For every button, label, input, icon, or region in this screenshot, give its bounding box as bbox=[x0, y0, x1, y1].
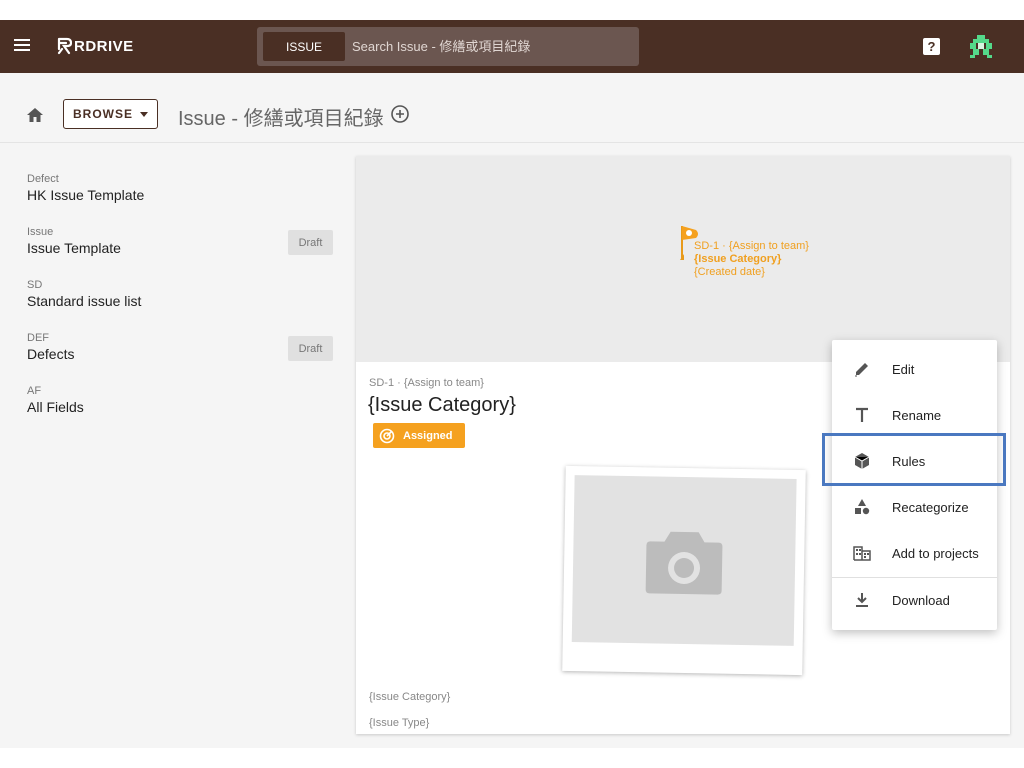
template-code: SD bbox=[27, 279, 43, 291]
add-circle-icon[interactable] bbox=[390, 104, 410, 124]
app-logo[interactable]: RDRIVE bbox=[56, 35, 134, 57]
text-icon bbox=[856, 407, 868, 422]
card-title: {Issue Category} bbox=[368, 394, 516, 416]
page-title: Issue - 修繕或項目紀錄 bbox=[178, 108, 384, 130]
status-badge: Assigned bbox=[373, 423, 465, 448]
menu-item-label: Recategorize bbox=[892, 499, 969, 515]
template-item-af[interactable]: AF All Fields bbox=[27, 385, 337, 415]
template-name: Standard issue list bbox=[27, 293, 142, 309]
template-code: Defect bbox=[27, 173, 59, 185]
browse-label: BROWSE bbox=[73, 107, 133, 121]
download-icon bbox=[856, 593, 868, 607]
browse-button[interactable]: BROWSE bbox=[63, 99, 158, 129]
menu-item-label: Download bbox=[892, 592, 950, 608]
menu-item-add-to-projects[interactable]: Add to projects bbox=[832, 530, 997, 576]
search-input[interactable] bbox=[352, 32, 639, 61]
home-icon[interactable] bbox=[26, 107, 44, 123]
template-name: HK Issue Template bbox=[27, 187, 145, 203]
building-icon bbox=[853, 546, 871, 561]
menu-item-edit[interactable]: Edit bbox=[832, 346, 997, 392]
toolbar: BROWSE Issue - 修繕或項目紀錄 bbox=[0, 73, 1024, 143]
template-code: AF bbox=[27, 385, 42, 397]
status-label: Assigned bbox=[403, 429, 453, 442]
pin-line-2: {Issue Category} bbox=[694, 253, 782, 265]
camera-icon bbox=[645, 531, 723, 595]
template-item-sd[interactable]: SD Standard issue list bbox=[27, 279, 337, 309]
hamburger-menu-icon[interactable] bbox=[14, 39, 30, 53]
card-footer-category: {Issue Category} bbox=[369, 691, 451, 703]
logo-text: RDRIVE bbox=[74, 37, 134, 55]
menu-item-recategorize[interactable]: Recategorize bbox=[832, 484, 997, 530]
caret-down-icon bbox=[140, 111, 148, 117]
template-name: All Fields bbox=[27, 399, 84, 415]
draft-badge: Draft bbox=[288, 230, 333, 255]
search-scope-tab[interactable]: ISSUE bbox=[263, 32, 345, 61]
menu-item-label: Add to projects bbox=[892, 545, 979, 561]
pin-line-1: SD-1 · {Assign to team} bbox=[694, 240, 809, 252]
assigned-status-icon bbox=[379, 428, 395, 443]
card-footer-type: {Issue Type} bbox=[369, 717, 430, 729]
top-gap bbox=[0, 0, 1024, 20]
avatar[interactable] bbox=[966, 31, 996, 61]
logo-mark-icon bbox=[57, 37, 72, 55]
app-bar: RDRIVE ISSUE ? bbox=[0, 20, 1024, 73]
shapes-icon bbox=[855, 499, 870, 515]
pencil-icon bbox=[855, 363, 868, 377]
draft-badge: Draft bbox=[288, 336, 333, 361]
card-subtitle: SD-1 · {Assign to team} bbox=[369, 377, 484, 389]
template-item-defect[interactable]: Defect HK Issue Template bbox=[27, 173, 337, 203]
photo-area bbox=[571, 475, 797, 646]
bottom-gap bbox=[0, 748, 1024, 768]
menu-item-rename[interactable]: Rename bbox=[832, 392, 997, 438]
search-bar: ISSUE bbox=[257, 27, 639, 66]
menu-item-label: Edit bbox=[892, 361, 915, 377]
menu-item-download[interactable]: Download bbox=[832, 577, 997, 623]
pin-line-3: {Created date} bbox=[694, 266, 765, 278]
rules-highlight-box bbox=[822, 433, 1006, 486]
help-icon[interactable]: ? bbox=[923, 38, 940, 55]
menu-item-label: Rename bbox=[892, 407, 942, 423]
pin-label: SD-1 · {Assign to team} {Issue Category}… bbox=[694, 240, 809, 279]
photo-placeholder bbox=[562, 465, 806, 676]
